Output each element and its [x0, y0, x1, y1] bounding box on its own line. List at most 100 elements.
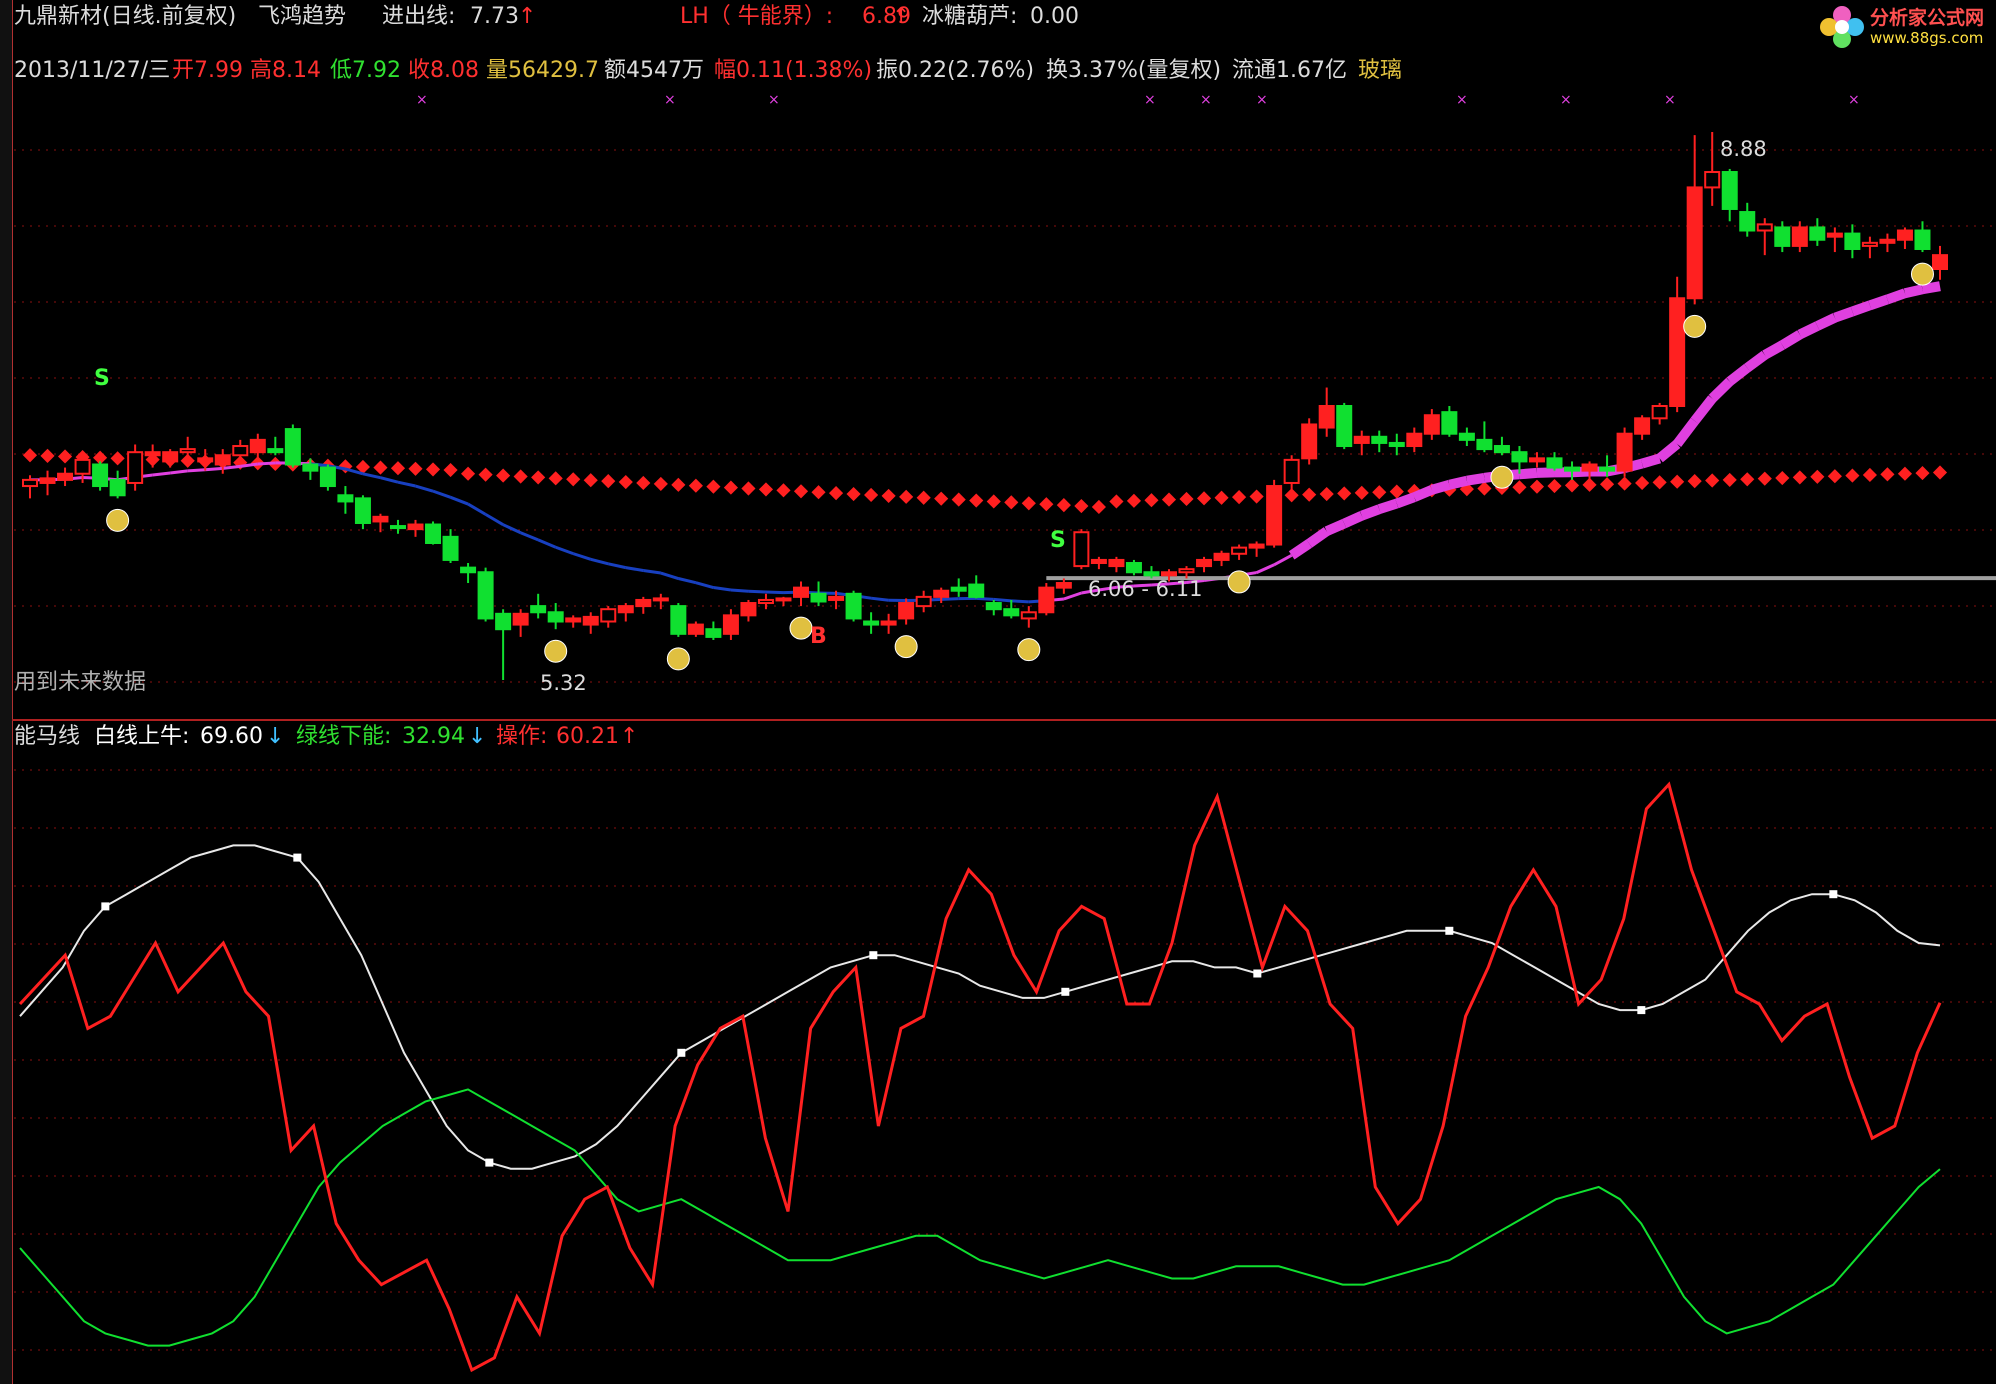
- flower-icon: [1819, 6, 1864, 50]
- candle-body: [1458, 432, 1475, 441]
- resistance-dot: [653, 476, 668, 491]
- range-value: 0.11(1.38%): [736, 58, 873, 83]
- candle-body: [1896, 229, 1913, 241]
- candle-body: [1476, 438, 1493, 451]
- trend-segment: [1011, 599, 1029, 604]
- candle-body: [985, 602, 1002, 611]
- resistance-dot: [1705, 473, 1720, 488]
- trend-segment: [625, 566, 644, 573]
- resistance-dot: [1512, 480, 1527, 495]
- candle-body: [968, 583, 985, 598]
- resistance-dot: [1880, 467, 1895, 482]
- trend-segment: [941, 597, 959, 601]
- trend-segment: [1656, 440, 1681, 463]
- resistance-dot: [1652, 475, 1667, 490]
- white-line-node: [1061, 987, 1070, 996]
- trend-segment: [1921, 281, 1941, 295]
- trend-segment: [1885, 288, 1907, 305]
- candle-body: [1353, 435, 1370, 444]
- candle-body: [302, 463, 319, 472]
- resistance-dot: [583, 473, 598, 488]
- candle-body: [1318, 405, 1335, 429]
- resistance-dot: [1004, 495, 1019, 510]
- candle-body: [22, 478, 38, 488]
- trend-segment: [187, 468, 206, 473]
- future-data-note: 用到未来数据: [14, 670, 147, 695]
- candle-body: [1739, 211, 1756, 232]
- trend-segment: [1708, 377, 1734, 403]
- white-line-node: [293, 853, 302, 862]
- candle-body: [1301, 423, 1318, 460]
- resistance-dot: [496, 468, 511, 483]
- x-marker: ×: [768, 92, 780, 108]
- high-label: 高: [250, 58, 273, 83]
- candle-body: [1493, 445, 1510, 454]
- site-logo[interactable]: 分析家公式网 www.88gs.com: [1819, 4, 1984, 52]
- candle-body: [1003, 608, 1020, 617]
- white-line-node: [1253, 969, 1262, 978]
- logo-url: www.88gs.com: [1869, 29, 1984, 47]
- candle-body: [407, 523, 424, 531]
- white-label: 白线上牛:: [94, 724, 190, 749]
- trend-segment: [1306, 527, 1330, 548]
- trend-segment: [1466, 472, 1486, 486]
- candle-body: [915, 595, 932, 608]
- candle-body: [1020, 611, 1037, 620]
- x-marker: ×: [416, 92, 428, 108]
- candle-body: [1599, 466, 1616, 472]
- resistance-dot: [1915, 466, 1930, 481]
- candle-body: [1564, 466, 1581, 472]
- trend-segment: [1519, 467, 1538, 480]
- candle-body: [1651, 405, 1668, 420]
- candle-body: [127, 451, 144, 484]
- red-arrow: ↑: [620, 724, 639, 749]
- trend-segment: [660, 571, 679, 580]
- x-marker: ×: [1848, 92, 1860, 108]
- candle-body: [582, 615, 599, 626]
- candle-body: [1791, 226, 1808, 247]
- candle-body: [249, 438, 266, 454]
- vol-label: 量: [486, 58, 509, 83]
- candle-body: [179, 448, 196, 454]
- resistance-dot: [1897, 466, 1913, 481]
- resistance-dot: [548, 471, 563, 486]
- candle-body: [1511, 451, 1528, 463]
- trend-segment: [1833, 306, 1855, 323]
- resistance-dot: [793, 484, 809, 499]
- resistance-dot: [899, 489, 914, 504]
- candle-body: [1160, 571, 1177, 577]
- resistance-dot: [1932, 465, 1948, 480]
- range-label-text: 6.06 - 6.11: [1088, 577, 1203, 601]
- resistance-dot: [1196, 491, 1212, 506]
- trend-segment: [555, 545, 574, 556]
- sell-marker-2: S: [1050, 528, 1066, 553]
- candle-body: [354, 497, 371, 524]
- candle-body: [898, 602, 915, 620]
- trend-segment: [993, 597, 1012, 603]
- x-marker: ×: [1664, 92, 1676, 108]
- candle-body: [57, 472, 74, 481]
- candle-body: [1266, 485, 1283, 546]
- high-value: 8.14: [272, 58, 321, 83]
- resistance-dot: [1249, 489, 1264, 504]
- resistance-dot: [461, 466, 476, 481]
- resistance-dot: [916, 490, 931, 505]
- red-value: 60.21: [556, 724, 619, 749]
- trend-segment: [484, 513, 504, 526]
- resistance-dot: [40, 448, 55, 463]
- high-price-label: 8.88: [1720, 137, 1767, 161]
- trend-segment: [1448, 475, 1469, 490]
- candle-body: [389, 525, 406, 530]
- trend-segment: [1324, 518, 1347, 536]
- x-marker: ×: [1144, 92, 1156, 108]
- trend-segment: [222, 464, 241, 470]
- resistance-dot: [1144, 493, 1159, 508]
- resistance-dot: [758, 482, 774, 497]
- money-bag-icon: [1683, 314, 1707, 338]
- candle-body: [1861, 241, 1878, 247]
- candle-body: [1774, 226, 1791, 247]
- trend-segment: [976, 596, 994, 601]
- white-line-node: [677, 1048, 686, 1057]
- candle-body: [1669, 297, 1686, 407]
- resistance-dot: [1775, 470, 1790, 486]
